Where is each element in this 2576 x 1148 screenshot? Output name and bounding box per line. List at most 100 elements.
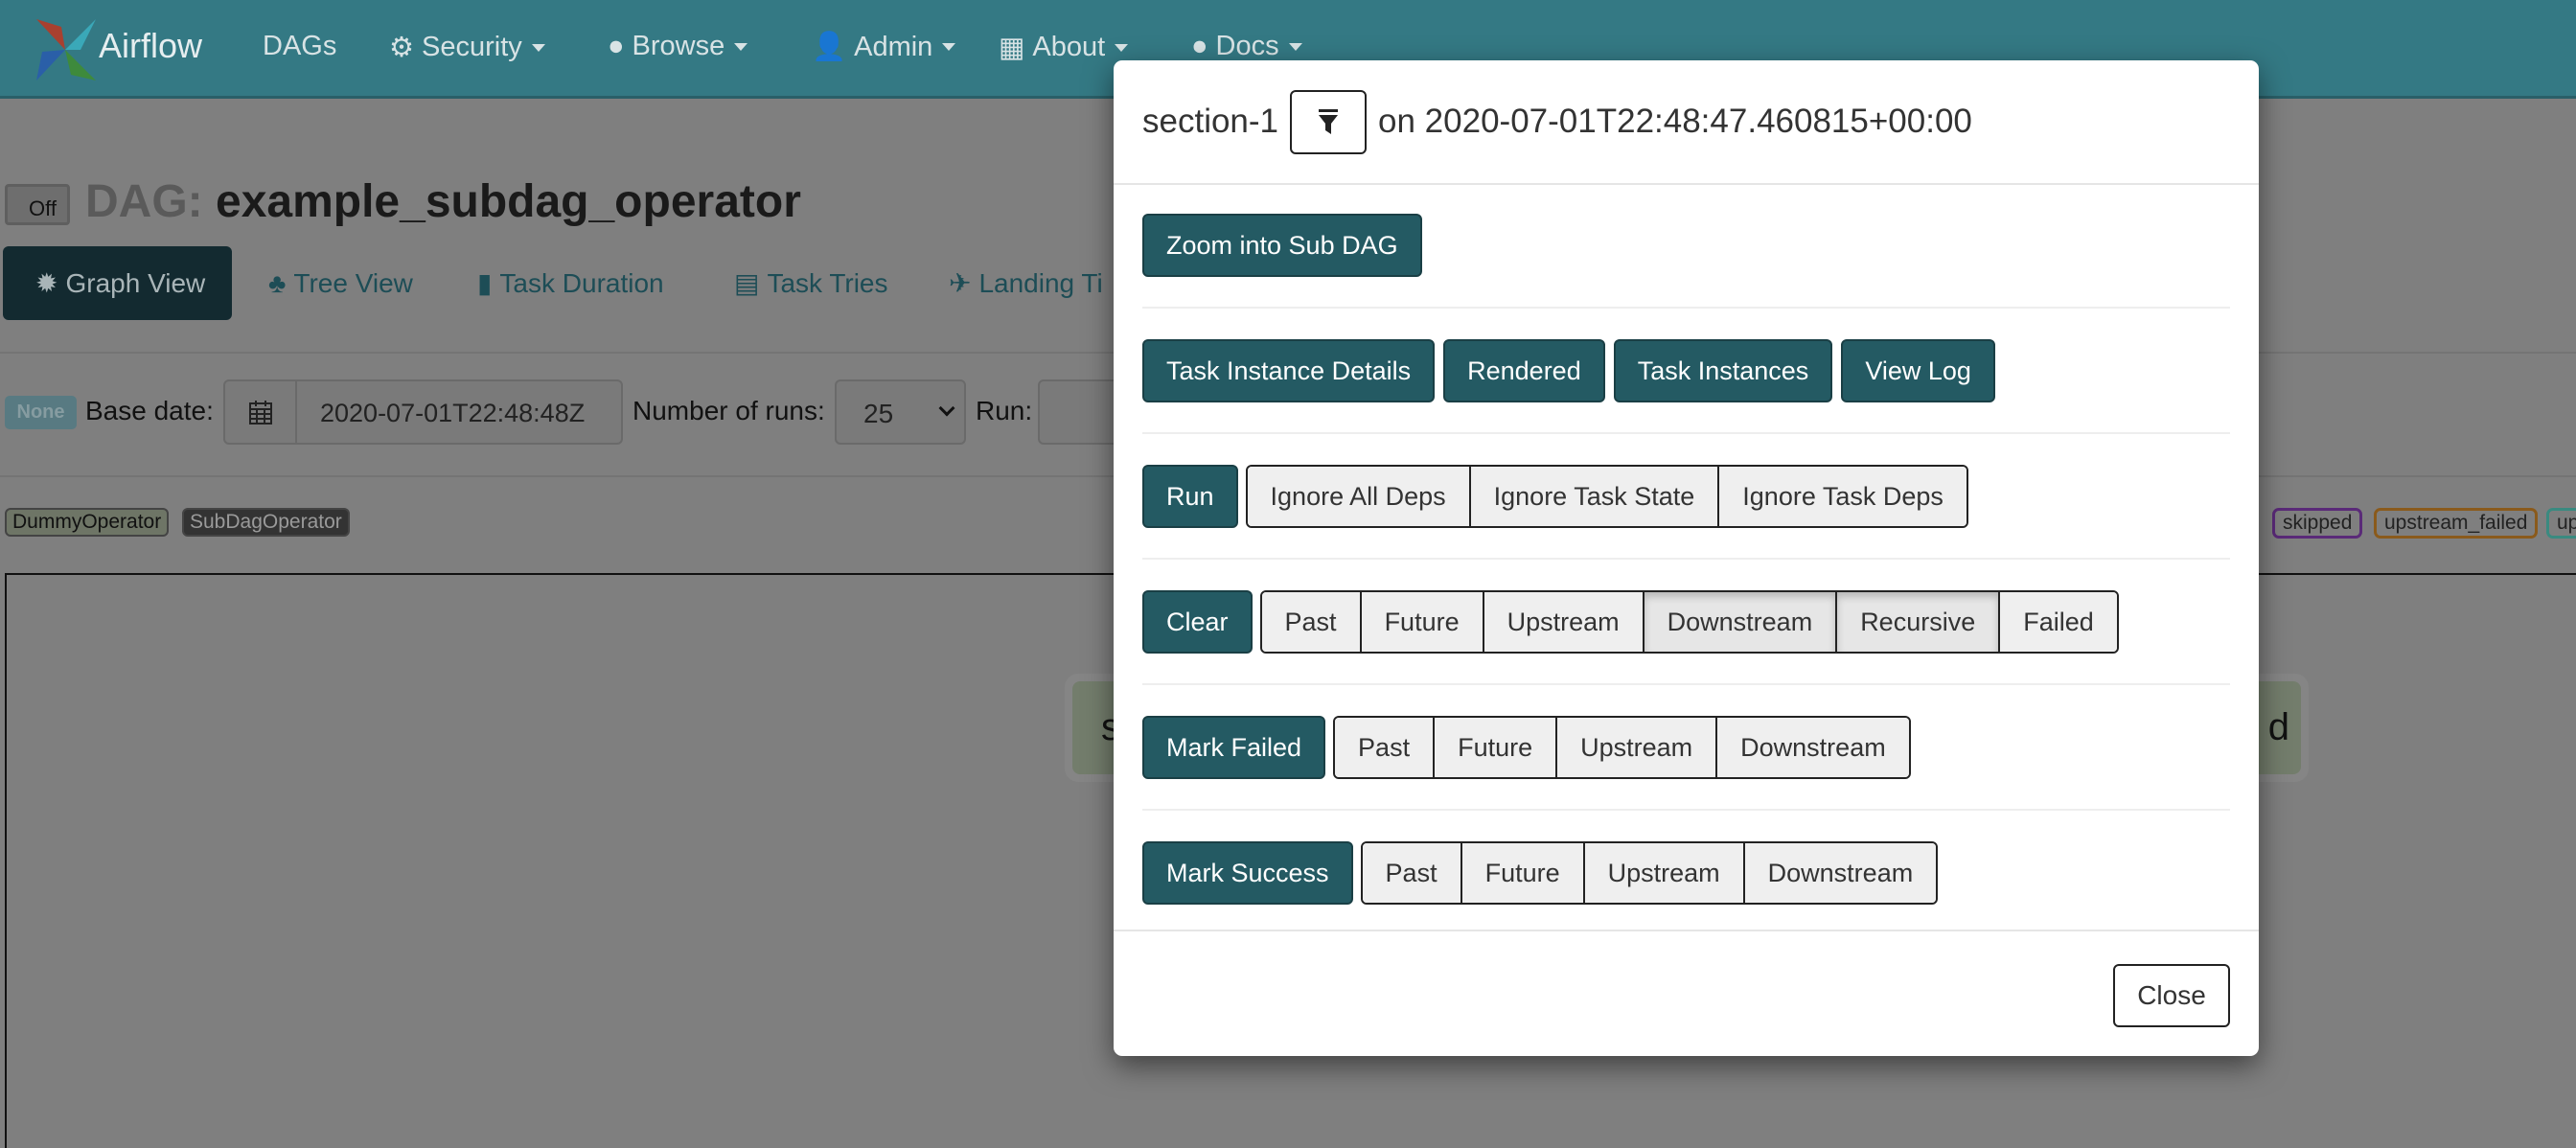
gears-icon: ⚙ xyxy=(389,33,414,63)
divider xyxy=(1142,809,2230,811)
success-upstream-toggle[interactable]: Upstream xyxy=(1584,843,1745,903)
dag-prefix: DAG: xyxy=(85,176,203,227)
divider xyxy=(1142,432,2230,434)
nav-admin[interactable]: 👤 Admin xyxy=(812,31,956,63)
caret-down-icon xyxy=(942,43,956,51)
close-button[interactable]: Close xyxy=(2113,964,2230,1027)
brand-name[interactable]: Airflow xyxy=(99,26,202,66)
tab-label: Tree View xyxy=(293,267,413,298)
modal-task-id: section-1 xyxy=(1142,103,1279,140)
airflow-logo-icon[interactable] xyxy=(33,17,100,82)
nav-browse[interactable]: ● Browse xyxy=(608,31,748,62)
dag-pause-toggle[interactable]: Off xyxy=(5,184,70,225)
rendered-button[interactable]: Rendered xyxy=(1443,339,1605,402)
filter-upstream-button[interactable] xyxy=(1290,89,1368,154)
ignore-task-deps-toggle[interactable]: Ignore Task Deps xyxy=(1719,467,1966,526)
plane-icon: ✈ xyxy=(949,268,972,298)
calendar-icon[interactable] xyxy=(225,381,297,443)
modal-footer: Close xyxy=(1114,930,2259,1056)
filter-icon xyxy=(1319,109,1339,134)
divider xyxy=(1142,558,2230,560)
num-runs-select[interactable]: 25 xyxy=(835,379,966,445)
nav-label: Browse xyxy=(632,31,725,61)
tab-label: Landing Ti xyxy=(978,267,1103,298)
tab-task-tries[interactable]: ▤ Task Tries xyxy=(734,246,888,320)
toggle-label: Off xyxy=(29,196,57,220)
node-label-fragment: d xyxy=(2267,706,2289,748)
operator-badge-dummy: DummyOperator xyxy=(5,508,170,537)
tab-graph-view[interactable]: ✹ Graph View xyxy=(3,246,232,320)
ignore-task-state-toggle[interactable]: Ignore Task State xyxy=(1470,467,1720,526)
task-instance-details-button[interactable]: Task Instance Details xyxy=(1142,339,1436,402)
globe-icon: ● xyxy=(1191,31,1208,61)
tab-task-duration[interactable]: ▮ Task Duration xyxy=(477,246,664,320)
nav-label: About xyxy=(1032,32,1106,62)
chevron-down-icon xyxy=(938,400,955,417)
nav-label: Admin xyxy=(854,31,933,62)
ignore-all-deps-toggle[interactable]: Ignore All Deps xyxy=(1247,467,1471,526)
state-badge: None xyxy=(5,396,77,429)
zoom-into-subdag-button[interactable]: Zoom into Sub DAG xyxy=(1142,214,1422,277)
clear-downstream-toggle[interactable]: Downstream xyxy=(1644,592,1838,652)
failed-upstream-toggle[interactable]: Upstream xyxy=(1557,718,1718,777)
nav-dags[interactable]: DAGs xyxy=(263,31,336,62)
failed-downstream-toggle[interactable]: Downstream xyxy=(1717,718,1909,777)
clear-button[interactable]: Clear xyxy=(1142,590,1253,654)
sun-icon: ✹ xyxy=(35,268,58,298)
failed-future-toggle[interactable]: Future xyxy=(1435,718,1558,777)
divider xyxy=(1142,683,2230,685)
state-legend-up-for-retry: up xyxy=(2546,508,2576,539)
divider xyxy=(1142,307,2230,309)
task-instances-button[interactable]: Task Instances xyxy=(1613,339,1833,402)
clear-options: Past Future Upstream Downstream Recursiv… xyxy=(1259,590,2119,654)
modal-header: section-1 on 2020-07-01T22:48:47.460815+… xyxy=(1114,60,2259,185)
mark-success-options: Past Future Upstream Downstream xyxy=(1360,841,1939,905)
task-instance-modal: section-1 on 2020-07-01T22:48:47.460815+… xyxy=(1114,60,2259,1056)
tab-label: Task Tries xyxy=(767,267,888,298)
user-icon: 👤 xyxy=(812,32,847,62)
clear-upstream-toggle[interactable]: Upstream xyxy=(1484,592,1644,652)
tab-tree-view[interactable]: ♣ Tree View xyxy=(268,246,413,320)
clear-recursive-toggle[interactable]: Recursive xyxy=(1837,592,2001,652)
caret-down-icon xyxy=(1288,42,1302,51)
clear-past-toggle[interactable]: Past xyxy=(1261,592,1362,652)
grid-icon: ▦ xyxy=(999,33,1025,63)
dag-name: example_subdag_operator xyxy=(216,176,801,227)
base-date-input[interactable]: 2020-07-01T22:48:48Z xyxy=(223,379,623,445)
failed-past-toggle[interactable]: Past xyxy=(1335,718,1436,777)
mark-failed-button[interactable]: Mark Failed xyxy=(1142,716,1326,779)
nav-docs[interactable]: ● Docs xyxy=(1191,31,1302,62)
files-icon: ▤ xyxy=(734,268,760,298)
caret-down-icon xyxy=(1115,43,1129,52)
tab-label: Graph View xyxy=(65,267,206,298)
run-options: Ignore All Deps Ignore Task State Ignore… xyxy=(1245,465,1968,528)
globe-icon: ● xyxy=(608,31,625,61)
page-title: DAG: example_subdag_operator xyxy=(85,175,801,228)
num-runs-value: 25 xyxy=(863,399,894,428)
clear-failed-toggle[interactable]: Failed xyxy=(2000,592,2117,652)
success-future-toggle[interactable]: Future xyxy=(1461,843,1585,903)
run-button[interactable]: Run xyxy=(1142,465,1238,528)
nav-label: Security xyxy=(422,32,522,62)
tab-landing-times[interactable]: ✈ Landing Ti xyxy=(949,246,1103,320)
nav-security[interactable]: ⚙ Security xyxy=(389,31,545,64)
mark-failed-options: Past Future Upstream Downstream xyxy=(1333,716,1911,779)
run-label: Run: xyxy=(976,396,1033,425)
nav-label: Docs xyxy=(1215,31,1279,61)
mark-success-button[interactable]: Mark Success xyxy=(1142,841,1353,905)
clear-future-toggle[interactable]: Future xyxy=(1361,592,1484,652)
state-legend-skipped: skipped xyxy=(2272,508,2363,539)
tree-icon: ♣ xyxy=(268,267,287,298)
base-date-label: Base date: xyxy=(85,396,214,425)
tab-label: Task Duration xyxy=(499,267,664,298)
success-past-toggle[interactable]: Past xyxy=(1362,843,1462,903)
nav-about[interactable]: ▦ About xyxy=(999,31,1129,64)
caret-down-icon xyxy=(531,43,545,52)
view-log-button[interactable]: View Log xyxy=(1841,339,1995,402)
base-date-value[interactable]: 2020-07-01T22:48:48Z xyxy=(297,381,621,443)
caret-down-icon xyxy=(734,42,748,51)
num-runs-label: Number of runs: xyxy=(632,396,825,425)
nav-label: DAGs xyxy=(263,31,337,61)
success-downstream-toggle[interactable]: Downstream xyxy=(1744,843,1937,903)
modal-execution-date: on 2020-07-01T22:48:47.460815+00:00 xyxy=(1378,103,1972,140)
